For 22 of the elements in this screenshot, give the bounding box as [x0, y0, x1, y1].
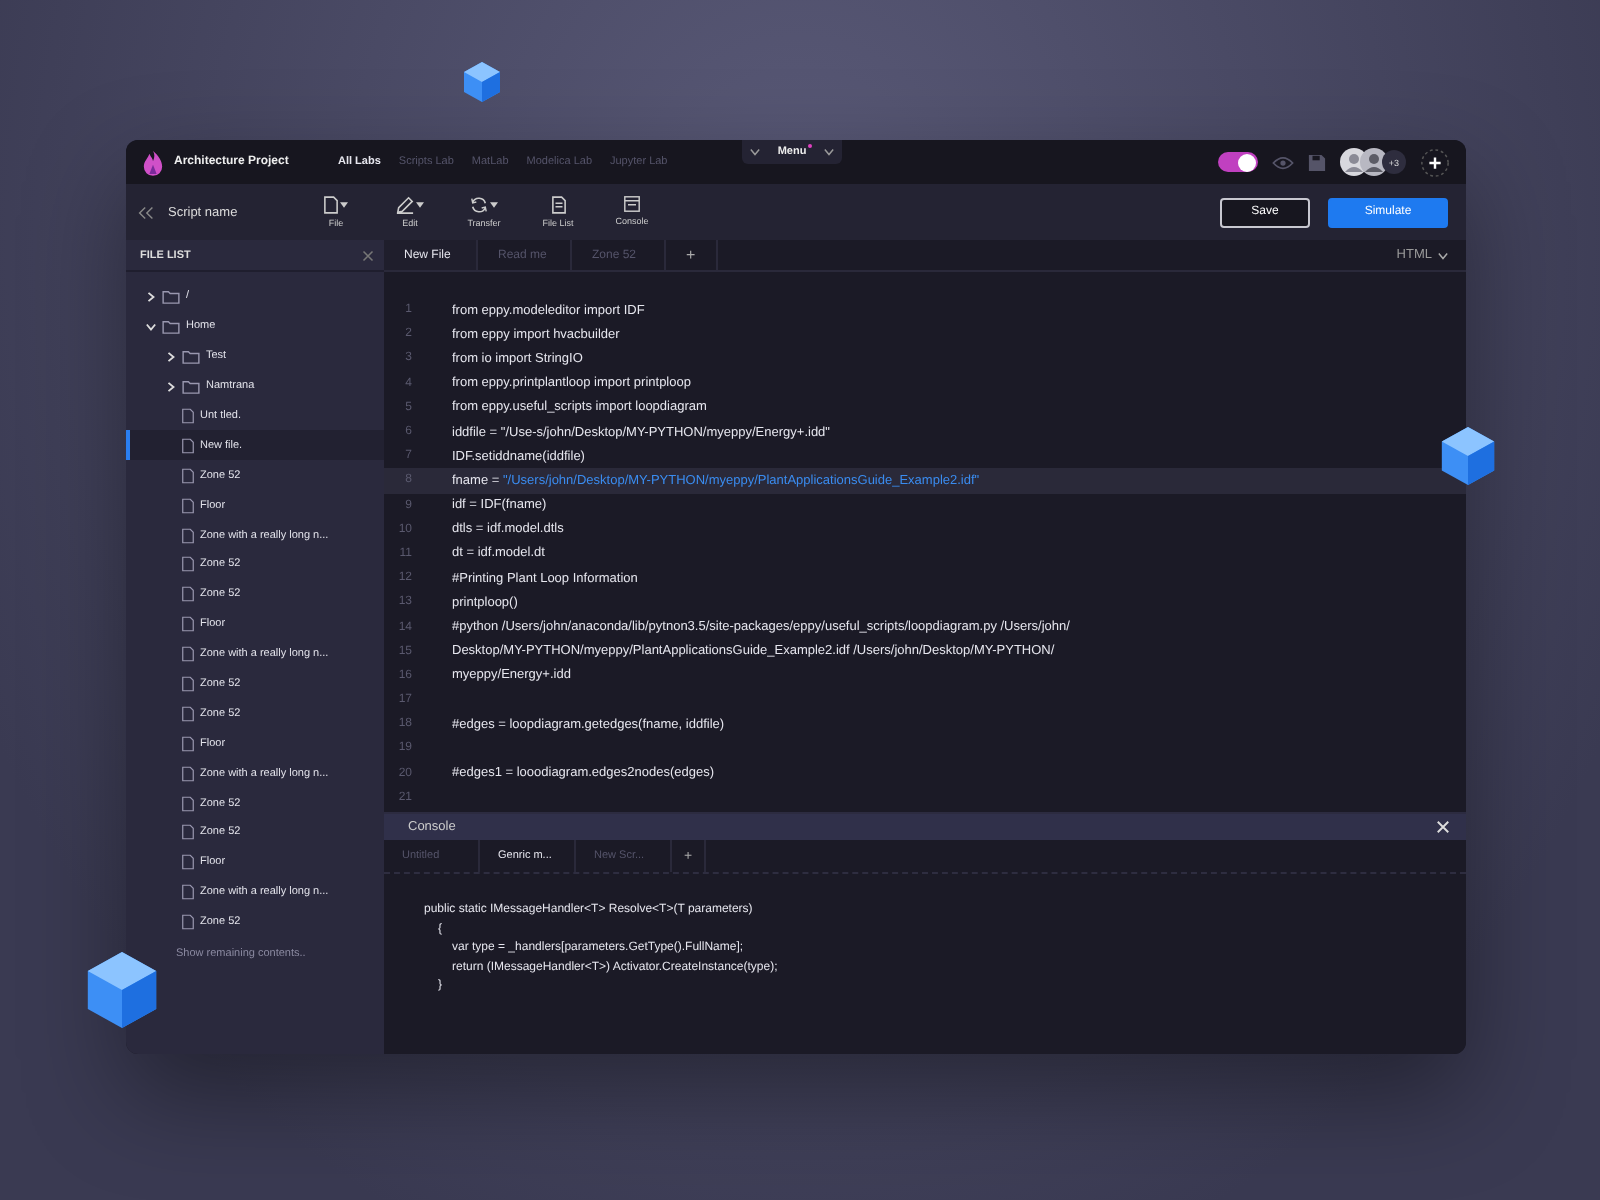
caret-icon [750, 148, 760, 156]
page-icon [324, 196, 338, 214]
chevron-icon[interactable] [146, 321, 156, 332]
toggle-switch[interactable] [1218, 152, 1258, 172]
flame-logo-icon [142, 149, 164, 175]
pencil-icon [396, 196, 414, 214]
document-list-icon [551, 196, 565, 214]
caret-icon [824, 148, 834, 156]
refresh-icon [470, 196, 488, 214]
add-tab-button[interactable]: + [666, 240, 718, 270]
eye-icon[interactable] [1272, 155, 1294, 169]
caret-icon [490, 202, 498, 208]
chevron-icon[interactable] [166, 381, 176, 392]
caret-icon [1438, 251, 1448, 259]
chevron-icon[interactable] [146, 291, 156, 302]
chevron-icon[interactable] [166, 351, 176, 362]
add-icon[interactable] [1420, 147, 1450, 177]
caret-icon [340, 202, 348, 208]
cube-icon [462, 60, 502, 104]
caret-icon [416, 202, 424, 208]
console-window-icon [624, 196, 640, 212]
collapse-icon[interactable] [138, 205, 154, 219]
